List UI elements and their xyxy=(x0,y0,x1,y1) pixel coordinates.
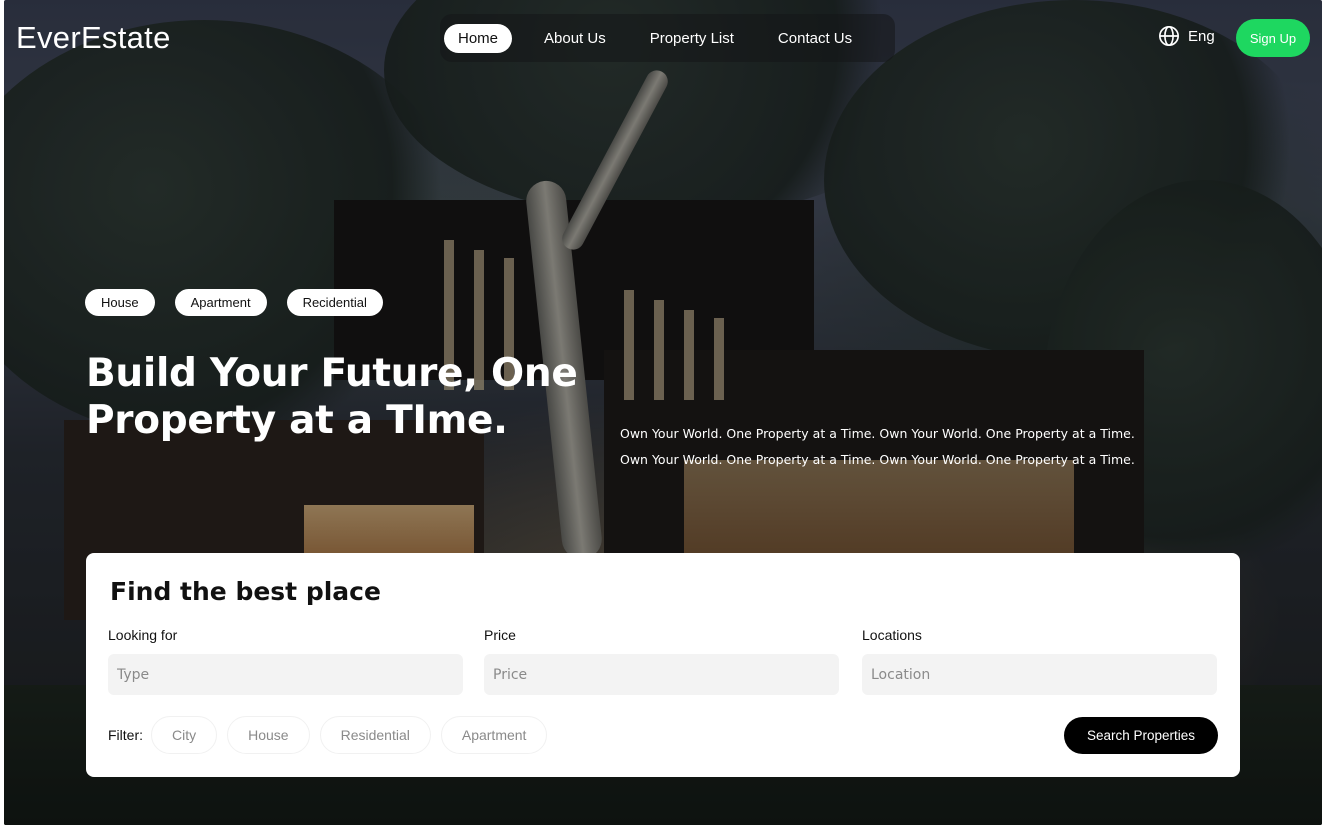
search-card-title: Find the best place xyxy=(110,577,381,606)
search-card: Find the best place Looking for Price Lo… xyxy=(86,553,1240,777)
tag-residential[interactable]: Recidential xyxy=(286,289,383,316)
price-label: Price xyxy=(484,627,516,643)
nav-contact-us[interactable]: Contact Us xyxy=(764,24,866,53)
filter-chip-city[interactable]: City xyxy=(151,716,218,754)
language-selector[interactable]: Eng xyxy=(1158,25,1215,47)
tag-house[interactable]: House xyxy=(85,289,155,316)
property-type-tags: House Apartment Recidential xyxy=(85,289,383,316)
hero-headline: Build Your Future, One Property at a TIm… xyxy=(86,351,578,443)
price-input[interactable] xyxy=(484,654,839,695)
location-input[interactable] xyxy=(862,654,1217,695)
locations-label: Locations xyxy=(862,627,922,643)
tag-apartment[interactable]: Apartment xyxy=(174,289,267,316)
type-input[interactable] xyxy=(108,654,463,695)
filter-label: Filter: xyxy=(108,727,143,743)
nav-home[interactable]: Home xyxy=(444,23,513,53)
site-logo[interactable]: EverEstate xyxy=(16,20,171,56)
language-label: Eng xyxy=(1188,27,1215,45)
nav-property-list[interactable]: Property List xyxy=(636,24,748,53)
search-properties-button[interactable]: Search Properties xyxy=(1064,717,1218,754)
hero-tagline-line: Own Your World. One Property at a Time. … xyxy=(620,452,1135,467)
looking-for-label: Looking for xyxy=(108,627,178,643)
globe-icon xyxy=(1159,26,1179,46)
sign-up-button[interactable]: Sign Up xyxy=(1236,19,1310,57)
nav-about-us[interactable]: About Us xyxy=(530,24,620,53)
filter-chip-residential[interactable]: Residential xyxy=(319,716,431,754)
hero-tagline: Own Your World. One Property at a Time. … xyxy=(620,421,1220,473)
hero-tagline-line: Own Your World. One Property at a Time. … xyxy=(620,426,1135,441)
filter-chip-apartment[interactable]: Apartment xyxy=(440,716,548,754)
main-nav: Home About Us Property List Contact Us xyxy=(440,14,895,62)
filter-chip-house[interactable]: House xyxy=(227,716,310,754)
filter-row: Filter: City House Residential Apartment xyxy=(108,716,557,754)
